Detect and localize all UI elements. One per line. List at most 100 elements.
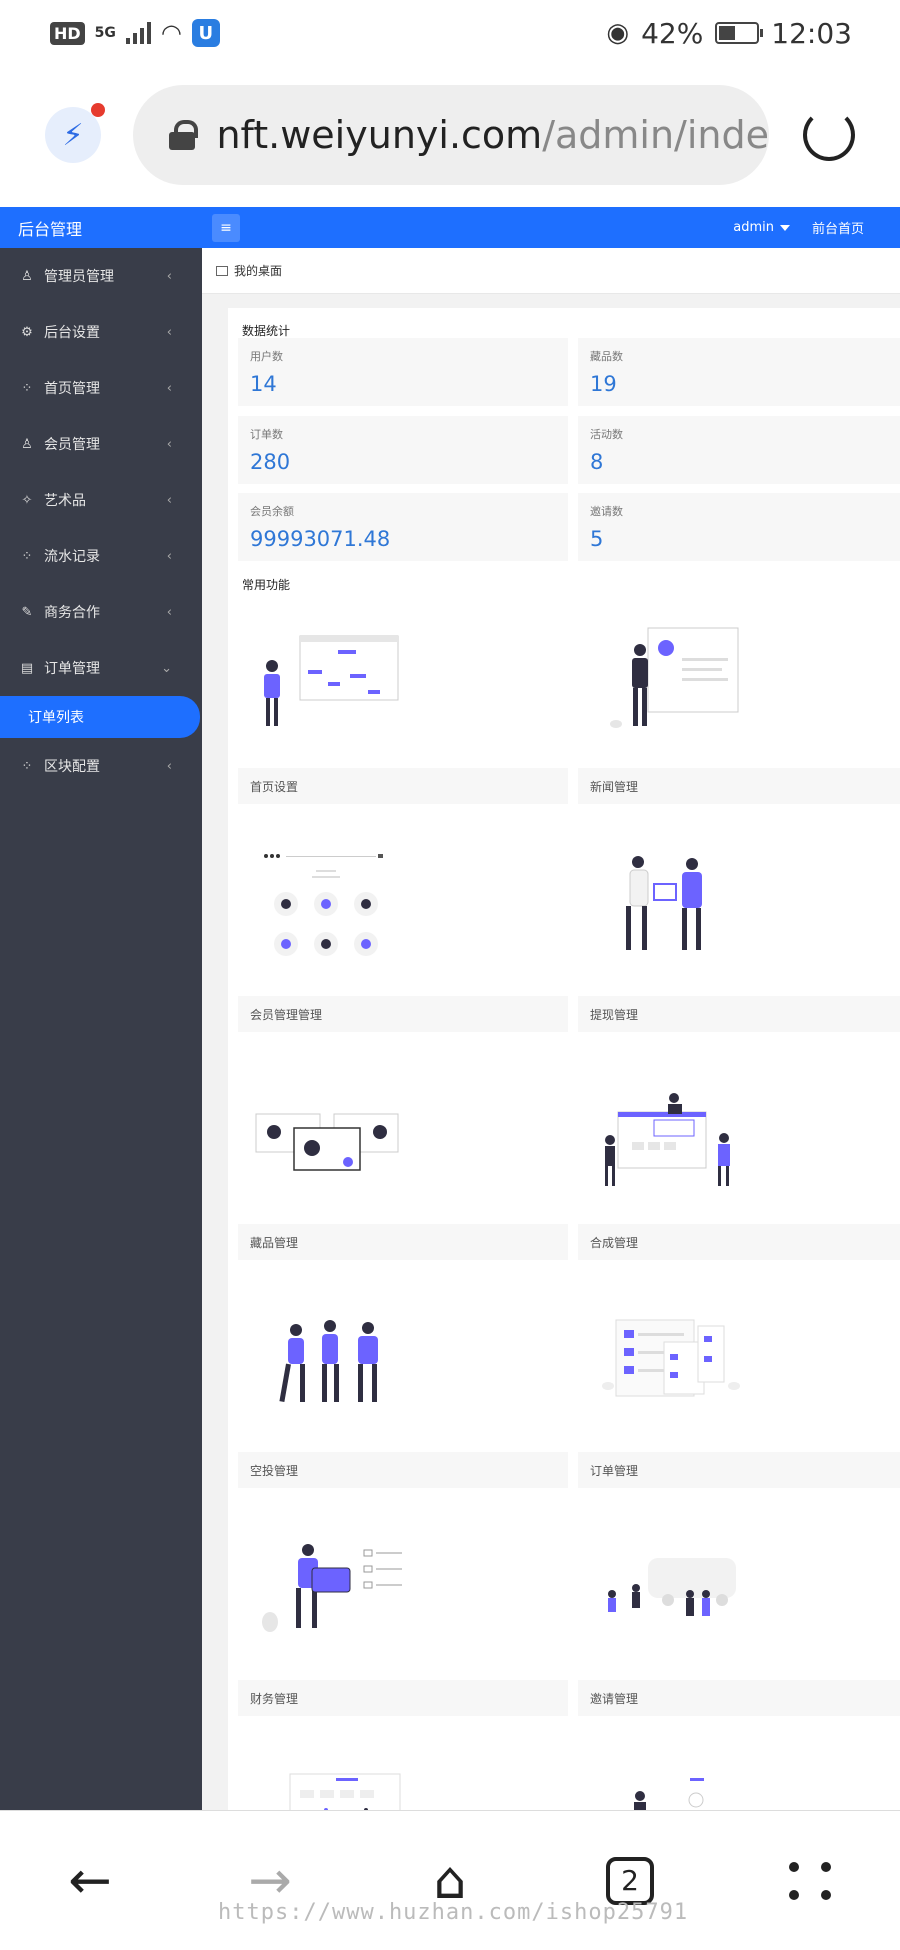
chevron-left-icon: ‹ [166, 492, 172, 508]
stats-title: 数据统计 [242, 324, 291, 338]
func-label: 藏品管理 [238, 1224, 568, 1260]
address-bar[interactable]: nft.weiyunyi.com/admin/inde [133, 85, 769, 185]
pin-icon: ✧ [21, 492, 33, 508]
chevron-left-icon: ‹ [166, 268, 172, 284]
dashboard-card: 数据统计 用户数 14 藏品数 19 订单数 280 活动数 8 会员余额 99… [228, 308, 900, 1810]
figure-illustration [578, 1738, 900, 1810]
func-invites[interactable]: 邀请管理 [578, 1510, 900, 1716]
stat-label: 邀请数 [590, 505, 623, 518]
sidebar: ♙ 管理员管理 ‹ ⚙ 后台设置 ‹ ⁘ 首页管理 ‹ ♙ 会员管理 ‹ ✧ 艺… [0, 248, 202, 1810]
menu-dots-icon[interactable] [765, 1836, 855, 1926]
front-page-link[interactable]: 前台首页 [812, 218, 864, 237]
func-label: 订单管理 [578, 1452, 900, 1488]
sidebar-item-members[interactable]: ♙ 会员管理 ‹ [0, 416, 202, 472]
grid-illustration [238, 1738, 568, 1810]
stat-value: 19 [590, 372, 617, 396]
sidebar-item-label: 艺术品 [44, 493, 86, 509]
sidebar-item-artworks[interactable]: ✧ 艺术品 ‹ [0, 472, 202, 528]
stat-value: 14 [250, 372, 277, 396]
sidebar-item-label: 首页管理 [44, 381, 100, 397]
func-members[interactable]: 会员管理管理 [238, 826, 568, 1032]
func-withdraw[interactable]: 提现管理 [578, 826, 900, 1032]
form-icon: ▤ [20, 660, 34, 676]
stat-balance: 会员余额 99993071.48 [238, 493, 568, 561]
avatars-illustration [238, 826, 568, 996]
func-news[interactable]: 新闻管理 [578, 598, 900, 804]
stat-value: 280 [250, 450, 291, 474]
lock-icon [169, 120, 199, 150]
stat-invites: 邀请数 5 [578, 493, 900, 561]
stat-activities: 活动数 8 [578, 416, 900, 484]
sidebar-item-label: 订单管理 [44, 661, 100, 677]
clock: 12:03 [771, 16, 852, 50]
eye-icon: ◉ [606, 18, 630, 48]
func-more-left[interactable] [238, 1738, 568, 1810]
sidebar-item-transactions[interactable]: ⁘ 流水记录 ‹ [0, 528, 202, 584]
notification-app-icon: U [191, 19, 220, 47]
sidebar-item-blocks[interactable]: ⁘ 区块配置 ‹ [0, 738, 202, 794]
back-arrow-icon[interactable]: ← [45, 1836, 135, 1926]
bolt-icon[interactable]: ⚡ [45, 103, 105, 163]
wifi-icon: ◠ [160, 19, 182, 47]
url-path: /admin/inde [542, 113, 769, 157]
func-label: 新闻管理 [578, 768, 900, 804]
func-airdrop[interactable]: 空投管理 [238, 1282, 568, 1488]
chevron-left-icon: ‹ [166, 758, 172, 774]
user-menu[interactable]: admin [733, 220, 790, 235]
func-synthesis[interactable]: 合成管理 [578, 1054, 900, 1260]
status-bar: HD 5G ◠ U ◉ 42% 12:03 [0, 0, 900, 66]
func-label: 首页设置 [238, 768, 568, 804]
network-type: 5G [94, 25, 116, 41]
url-host: nft.weiyunyi.com [216, 113, 543, 157]
func-home-settings[interactable]: 首页设置 [238, 598, 568, 804]
apps-icon: ⁘ [21, 758, 33, 774]
document-exchange-illustration [578, 826, 900, 996]
menu-toggle-icon[interactable]: ≡ [212, 213, 240, 242]
stat-label: 订单数 [250, 428, 283, 441]
stat-value: 99993071.48 [250, 527, 391, 551]
func-finance[interactable]: 财务管理 [238, 1510, 568, 1716]
browser-bottom-nav: ← → ⌂ 2 [0, 1810, 900, 1950]
stat-collections: 藏品数 19 [578, 338, 900, 406]
user-icon: ♙ [21, 436, 33, 452]
func-label: 提现管理 [578, 996, 900, 1032]
payment-card-illustration [238, 1510, 568, 1680]
reload-icon[interactable] [803, 109, 855, 161]
func-label: 空投管理 [238, 1452, 568, 1488]
hd-badge: HD [50, 21, 85, 45]
func-orders[interactable]: 订单管理 [578, 1282, 900, 1488]
sidebar-item-home[interactable]: ⁘ 首页管理 ‹ [0, 360, 202, 416]
breadcrumb-label[interactable]: 我的桌面 [234, 262, 282, 279]
tab-count: 2 [606, 1856, 654, 1905]
chevron-down-icon: ⌄ [161, 660, 172, 676]
sidebar-item-orders[interactable]: ▤ 订单管理 ⌄ [0, 640, 202, 696]
func-collections[interactable]: 藏品管理 [238, 1054, 568, 1260]
sidebar-item-label: 管理员管理 [44, 269, 114, 285]
user-name: admin [733, 220, 774, 235]
stat-label: 用户数 [250, 350, 283, 363]
watermark: https://www.huzhan.com/ishop25791 [218, 1900, 689, 1925]
sidebar-item-settings[interactable]: ⚙ 后台设置 ‹ [0, 304, 202, 360]
func-label: 财务管理 [238, 1680, 568, 1716]
sidebar-item-label: 区块配置 [44, 759, 100, 775]
func-label: 会员管理管理 [238, 996, 568, 1032]
sidebar-item-label: 后台设置 [44, 325, 100, 341]
apps-icon: ⁘ [21, 380, 33, 396]
func-label: 合成管理 [578, 1224, 900, 1260]
sidebar-subitem-order-list[interactable]: 订单列表 [0, 696, 200, 738]
sidebar-item-admins[interactable]: ♙ 管理员管理 ‹ [0, 248, 202, 304]
func-more-right[interactable] [578, 1738, 900, 1810]
home-icon [216, 265, 228, 276]
stat-value: 5 [590, 527, 604, 551]
schedule-illustration [238, 598, 568, 768]
sidebar-item-label: 流水记录 [44, 549, 100, 565]
battery-icon [715, 22, 764, 44]
apps-icon: ⁘ [21, 548, 33, 564]
chevron-left-icon: ‹ [166, 548, 172, 564]
delivery-van-illustration [578, 1510, 900, 1680]
stat-label: 藏品数 [590, 350, 623, 363]
sidebar-item-business[interactable]: ✎ 商务合作 ‹ [0, 584, 202, 640]
user-icon: ♙ [21, 268, 33, 284]
admin-title: 后台管理 [18, 219, 83, 239]
sidebar-item-label: 会员管理 [44, 437, 100, 453]
